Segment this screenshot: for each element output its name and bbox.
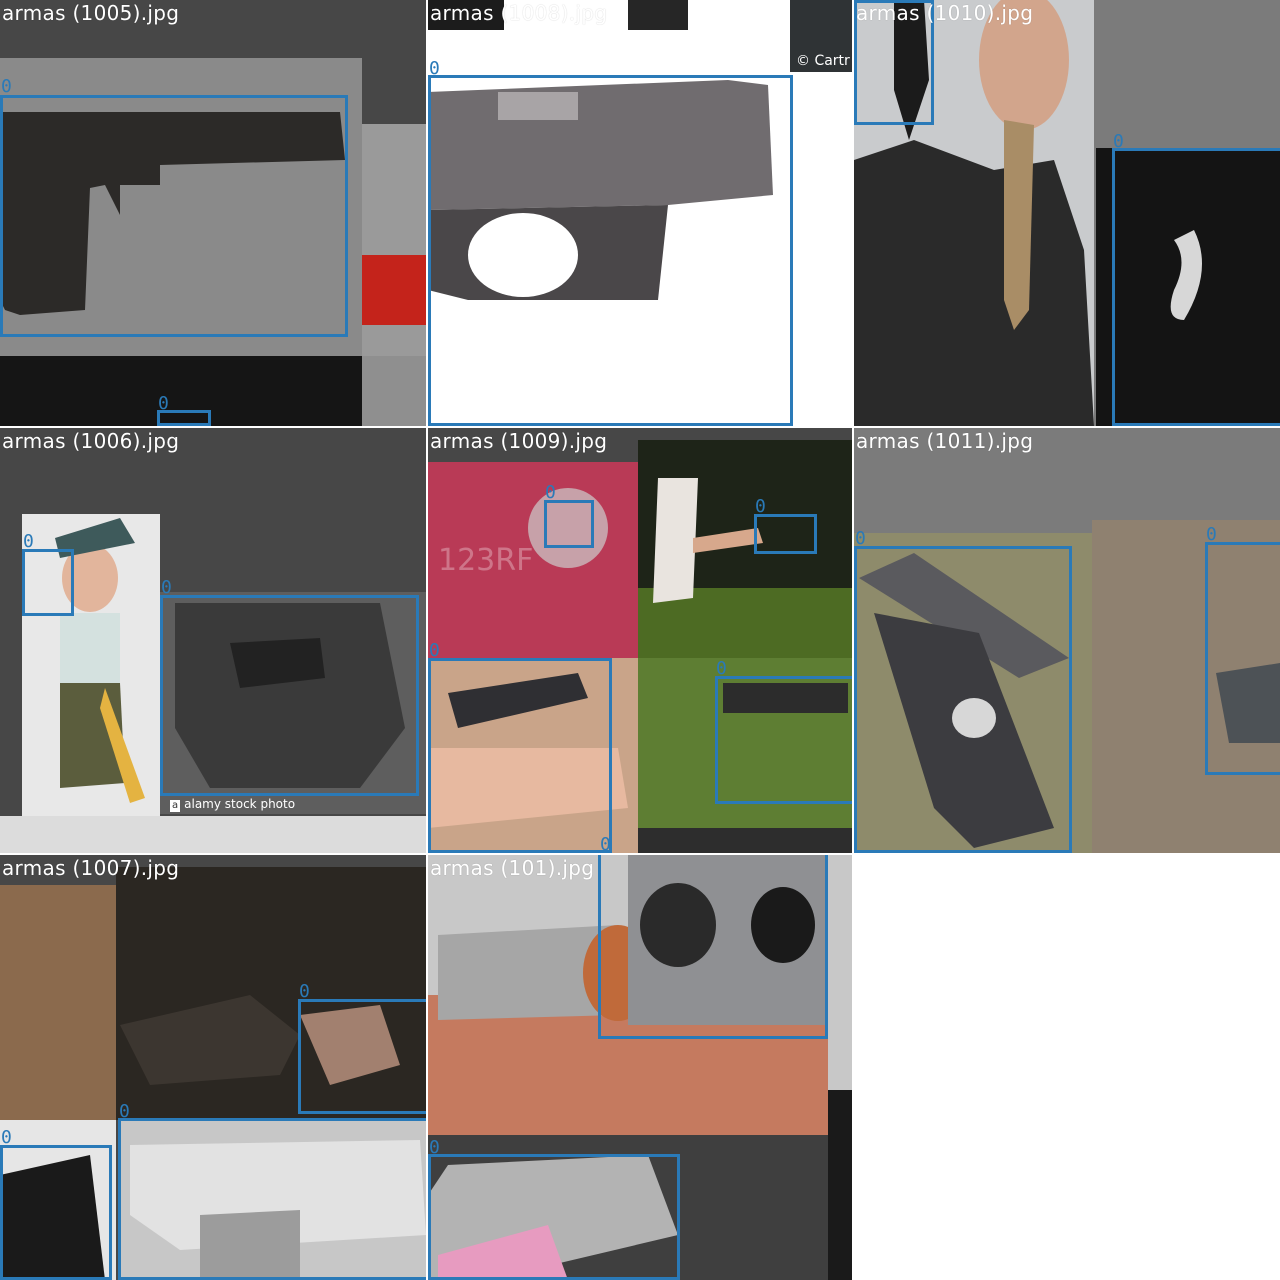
tile-filename: armas (1008).jpg <box>430 1 608 25</box>
bounding-box <box>0 1145 112 1280</box>
class-label: 0 <box>429 1137 440 1158</box>
class-label: 0 <box>429 640 440 661</box>
mosaic-tile-1005: armas (1005).jpg 0 0 <box>0 0 426 426</box>
class-label: 0 <box>161 577 172 598</box>
mosaic-tile-1009: 123RF armas (1009).jpg 0 0 0 0 0 <box>428 428 852 853</box>
bounding-box <box>715 676 852 804</box>
tile-filename: armas (1010).jpg <box>856 1 1034 25</box>
tile-filename: armas (1009).jpg <box>430 429 608 453</box>
class-label: 0 <box>600 834 611 854</box>
tile-filename: armas (1011).jpg <box>856 429 1034 453</box>
mosaic-tile-1007: armas (1007).jpg 0 0 0 <box>0 855 426 1280</box>
mosaic-tile-1008: © Cartr armas (1008).jpg 0 <box>428 0 852 426</box>
class-label: 0 <box>545 482 556 503</box>
bounding-box <box>1205 542 1280 775</box>
class-label: 0 <box>23 531 34 552</box>
bounding-box <box>428 75 793 426</box>
mosaic-tile-1010: armas (1010).jpg 0 <box>854 0 1280 426</box>
class-label: 0 <box>299 981 310 1002</box>
tile-filename: armas (101).jpg <box>430 856 595 880</box>
stock-badge: a alamy stock photo <box>170 797 295 812</box>
class-label: 0 <box>429 58 440 79</box>
bounding-box <box>298 999 426 1114</box>
bounding-box <box>22 549 74 616</box>
tile-filename: armas (1006).jpg <box>2 429 180 453</box>
class-label: 0 <box>755 496 766 517</box>
bounding-box <box>544 500 594 548</box>
bounding-box <box>160 595 419 796</box>
class-label: 0 <box>1 1127 12 1148</box>
class-label: 0 <box>855 528 866 549</box>
bounding-box <box>1112 148 1280 426</box>
stock-text: alamy stock photo <box>184 797 296 811</box>
class-label: 0 <box>158 393 169 414</box>
bounding-box <box>854 546 1072 853</box>
empty-slot <box>854 855 1280 1280</box>
bounding-box <box>428 658 612 853</box>
class-label: 0 <box>1 76 12 97</box>
class-label: 0 <box>716 658 727 679</box>
bounding-box <box>428 1154 680 1280</box>
tile-filename: armas (1005).jpg <box>2 1 180 25</box>
class-label: 0 <box>119 1101 130 1122</box>
mosaic-tile-1011: armas (1011).jpg 0 0 <box>854 428 1280 853</box>
stock-logo-icon: a <box>170 800 181 812</box>
class-label: 0 <box>1113 131 1124 152</box>
tile-filename: armas (1007).jpg <box>2 856 180 880</box>
bounding-box <box>598 855 828 1039</box>
mosaic-tile-101: armas (101).jpg 0 <box>428 855 852 1280</box>
mosaic-tile-1006: a alamy stock photo armas (1006).jpg 0 0 <box>0 428 426 853</box>
bounding-box <box>754 514 817 554</box>
bounding-box <box>118 1118 426 1280</box>
bounding-box <box>0 95 348 337</box>
class-label: 0 <box>1206 524 1217 545</box>
